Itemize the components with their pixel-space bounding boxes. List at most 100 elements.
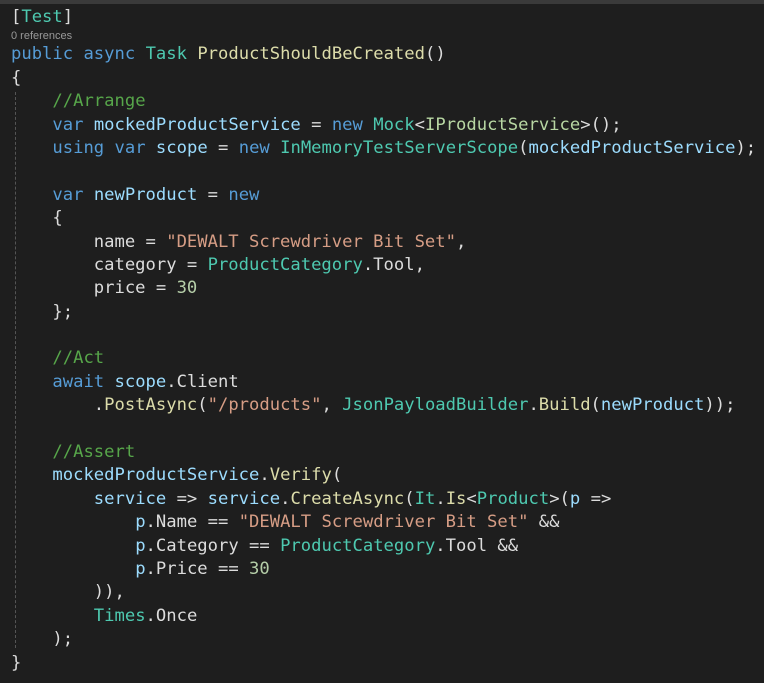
code-line[interactable] [11,160,756,183]
code-token: public [11,44,74,65]
code-token: using [52,137,105,158]
code-token: .Name == [145,512,239,533]
code-token: } [11,652,22,673]
code-token: . [259,465,270,486]
codelens-references[interactable]: 0 references [11,29,756,43]
code-token: >( [549,488,570,509]
code-token: [ [11,7,22,27]
code-line[interactable]: { [11,207,756,230]
code-token: Times [93,605,146,626]
code-token: name = [11,231,167,252]
code-token: ( [590,395,601,416]
code-token: && [528,512,560,533]
code-token: InMemoryTestServerScope [280,137,519,158]
code-line[interactable]: p.Category == ProductCategory.Tool && [11,535,756,558]
code-line[interactable]: category = ProductCategory.Tool, [11,254,756,277]
code-token: PostAsync [104,395,198,416]
code-token: It [414,488,436,509]
code-token: Task [145,44,187,65]
code-line[interactable]: var newProduct = new [11,184,756,207]
code-line[interactable]: price = 30 [11,277,756,300]
code-token: newProduct [600,395,705,416]
code-token: ProductCategory [280,535,436,556]
code-token: ProductCategory [207,254,363,275]
code-token: , [455,231,467,252]
code-token: p [135,512,146,533]
code-token: service [207,488,281,509]
code-line[interactable]: .PostAsync("/products", JsonPayloadBuild… [11,394,756,417]
code-line[interactable]: service => service.CreateAsync(It.Is<Pro… [11,488,756,511]
code-line[interactable]: await scope.Client [11,371,756,394]
code-token: p [569,488,581,509]
code-token: 30 [249,558,270,579]
code-token: ( [331,465,343,486]
code-token: .Category == [145,535,281,556]
code-token: Build [538,395,591,416]
code-token: async [83,44,136,65]
code-token: .Price == [145,558,250,579]
code-token: ( [518,137,529,158]
code-line[interactable]: //Act [11,347,756,370]
code-line[interactable]: mockedProductService.Verify( [11,464,756,487]
code-editor[interactable]: [Test] 0 references public async Task Prod… [11,6,756,675]
code-token: = [197,184,229,205]
code-token: "/products" [207,395,322,416]
code-line[interactable]: p.Price == 30 [11,558,756,581]
code-line[interactable]: }; [11,301,756,324]
editor-top-border [0,0,764,4]
code-token: await [52,371,105,392]
code-token: )); [704,395,736,416]
code-token: var [52,114,84,135]
code-token: var [52,184,84,205]
code-line[interactable]: var mockedProductService = new Mock<IPro… [11,114,756,137]
code-line[interactable]: //Arrange [11,90,756,113]
code-line[interactable]: using var scope = new InMemoryTestServer… [11,137,756,160]
code-line[interactable]: Times.Once [11,605,756,628]
code-line[interactable]: )), [11,581,756,604]
code-token: , [321,395,343,416]
code-line[interactable]: ); [11,628,756,651]
code-line[interactable]: { [11,67,756,90]
code-token: { [11,67,22,88]
code-line[interactable] [11,324,756,347]
code-token: ] [62,7,74,27]
code-line[interactable]: name = "DEWALT Screwdriver Bit Set", [11,231,756,254]
code-token: Test [21,7,63,27]
code-token: Product [476,488,550,509]
code-token: = [207,137,239,158]
code-token: //Assert [52,442,136,463]
code-token: { [11,208,63,229]
code-line[interactable]: public async Task ProductShouldBeCreated… [11,43,756,66]
code-token: ( [197,395,208,416]
code-line[interactable] [11,418,756,441]
code-token: JsonPayloadBuilder [342,395,529,416]
code-line[interactable]: [Test] [11,6,756,29]
code-token: price = [11,278,177,299]
code-token: new [331,114,363,135]
code-token: mockedProductService [52,465,260,486]
code-line[interactable]: } [11,652,756,675]
code-token: .Once [145,605,198,626]
code-token: new [228,184,260,205]
code-line[interactable]: //Assert [11,441,756,464]
code-line[interactable]: p.Name == "DEWALT Screwdriver Bit Set" &… [11,511,756,534]
code-token: service [93,488,167,509]
code-token: //Arrange [52,91,146,112]
code-token: newProduct [93,184,198,205]
code-token: var [114,137,146,158]
